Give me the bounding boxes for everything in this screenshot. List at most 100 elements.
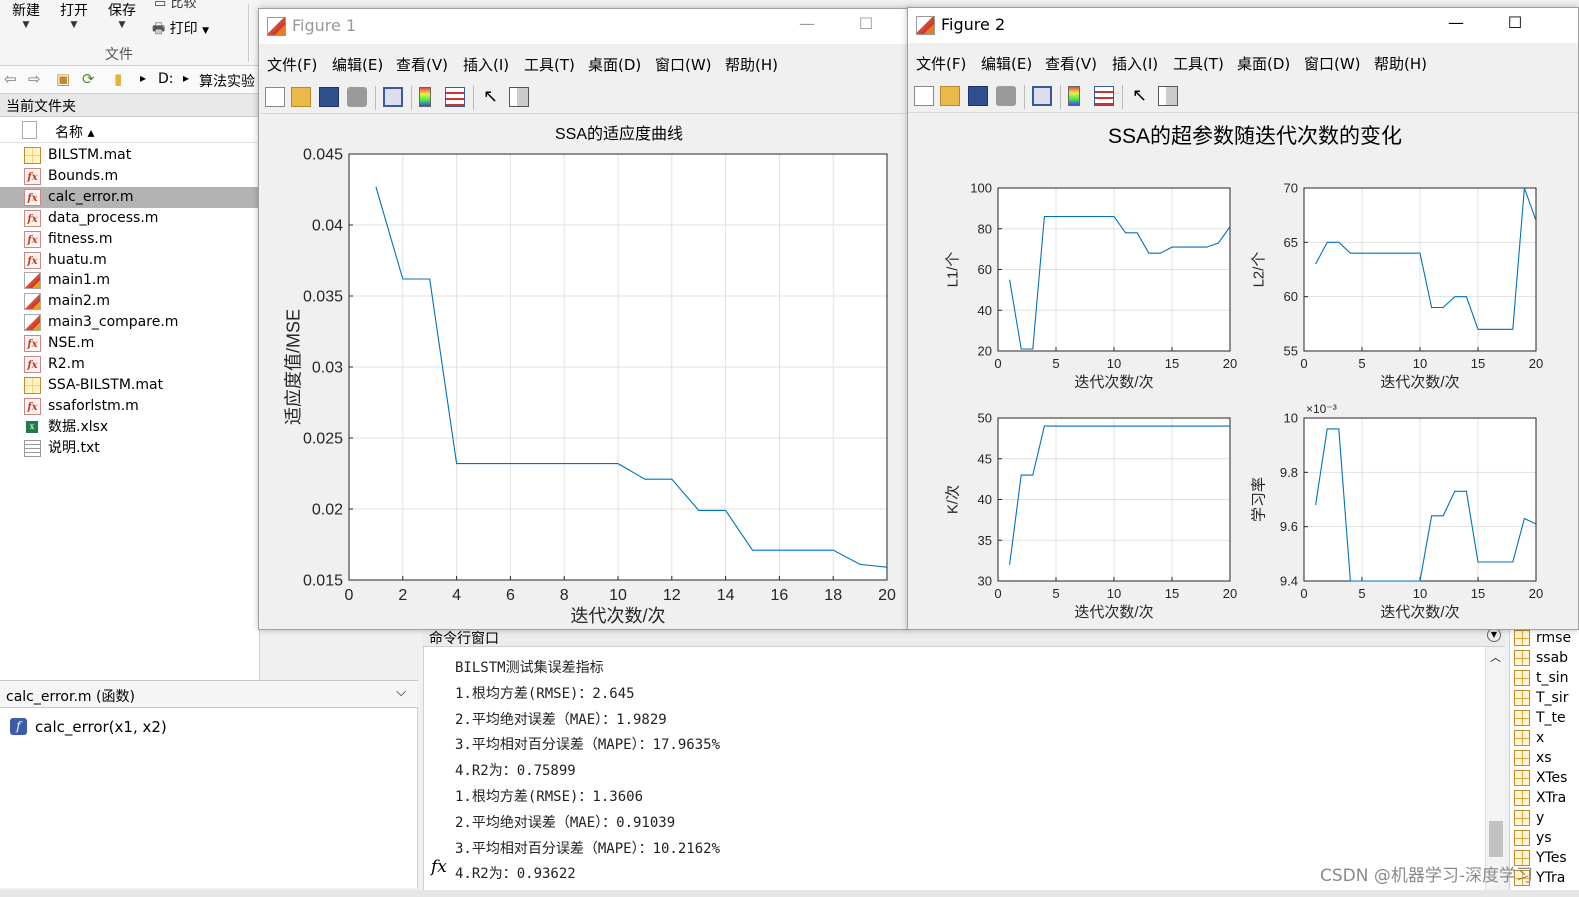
save-figure-icon[interactable] <box>968 86 988 106</box>
save-figure-icon[interactable] <box>319 87 339 107</box>
options-menu-icon[interactable]: ▼ <box>1487 628 1501 642</box>
command-window-header: 命令行窗口 ▼ <box>423 627 1505 647</box>
legend-icon[interactable] <box>445 87 465 107</box>
workspace-variable[interactable]: x <box>1510 728 1579 748</box>
y-tick-label: 80 <box>978 221 992 236</box>
command-output-line: 3.平均相对百分误差（MAPE）：17.9635% <box>455 737 721 754</box>
fx-prompt-icon[interactable]: fx <box>431 857 447 877</box>
variable-name: x <box>1536 730 1545 746</box>
figure1-titlebar[interactable]: Figure 1 — ☐ <box>259 9 908 44</box>
new-figure-icon[interactable] <box>914 86 934 106</box>
colorbar-icon[interactable] <box>419 87 431 107</box>
back-arrow-icon[interactable]: ⇦ <box>4 70 17 88</box>
file-list-item[interactable]: BILSTM.mat <box>0 145 260 166</box>
name-column-header[interactable]: 名称 ▴ <box>55 122 94 142</box>
minimize-icon[interactable]: — <box>784 14 830 33</box>
file-list-item[interactable]: 说明.txt <box>0 438 260 459</box>
workspace-variable[interactable]: rmse <box>1510 628 1579 648</box>
menu-item[interactable]: 工具(T) <box>524 54 575 75</box>
colorbar-icon[interactable] <box>1068 86 1080 106</box>
menu-item[interactable]: 编辑(E) <box>981 53 1032 74</box>
cursor-icon[interactable]: ↖ <box>483 87 503 107</box>
figure1-menubar: 文件(F) 编辑(E) 查看(V) 插入(I) 工具(T) 桌面(D) 窗口(W) 帮助(H) <box>259 44 908 80</box>
new-figure-icon[interactable] <box>265 87 285 107</box>
print-figure-icon[interactable] <box>996 86 1016 106</box>
x-tick-label: 5 <box>1358 356 1365 371</box>
maximize-icon[interactable]: ☐ <box>1492 13 1538 32</box>
menu-item[interactable]: 查看(V) <box>1045 53 1097 74</box>
maximize-icon[interactable]: ☐ <box>843 14 889 33</box>
property-editor-icon[interactable] <box>1158 86 1178 106</box>
menu-item[interactable]: 插入(I) <box>463 54 509 75</box>
menu-item[interactable]: 查看(V) <box>396 54 448 75</box>
open-button[interactable]: 打开 ▼ <box>56 0 92 30</box>
file-list-item[interactable]: fx calc_error.m <box>0 186 260 208</box>
x-tick-label: 20 <box>1223 586 1237 601</box>
compare-button[interactable]: ▭ 比较 <box>154 0 196 11</box>
path-folder[interactable]: 算法实验 <box>199 71 255 91</box>
forward-arrow-icon[interactable]: ⇨ <box>28 70 41 88</box>
menu-item[interactable]: 文件(F) <box>916 53 966 74</box>
minimize-icon[interactable]: — <box>1433 13 1479 32</box>
menu-item[interactable]: 桌面(D) <box>1237 53 1290 74</box>
menu-item[interactable]: 帮助(H) <box>1374 53 1427 74</box>
y-tick-label: 0.045 <box>303 147 343 164</box>
print-button[interactable]: 🖶 打印 ▼ <box>152 18 209 42</box>
file-list-item[interactable]: main3_compare.m <box>0 312 260 333</box>
file-list-item[interactable]: x 数据.xlsx <box>0 417 260 438</box>
workspace-variable[interactable]: y <box>1510 808 1579 828</box>
legend-icon[interactable] <box>1094 86 1114 106</box>
command-output-line: 2.平均绝对误差（MAE）：1.9829 <box>455 711 667 728</box>
figure2-titlebar[interactable]: Figure 2 — ☐ <box>908 8 1578 43</box>
up-folder-icon[interactable]: ▣ <box>56 70 70 88</box>
workspace-variable[interactable]: XTes <box>1510 768 1579 788</box>
file-list: 名称 ▴ BILSTM.mat fx Bounds.m fx calc_error.m f… <box>0 117 260 680</box>
workspace-variable[interactable]: XTra <box>1510 788 1579 808</box>
save-button[interactable]: 保存 ▼ <box>104 0 140 30</box>
file-list-item[interactable]: main1.m <box>0 270 260 291</box>
open-file-icon[interactable] <box>940 86 960 106</box>
menu-item[interactable]: 桌面(D) <box>588 54 641 75</box>
file-type-column-icon[interactable] <box>22 121 37 139</box>
menu-item[interactable]: 帮助(H) <box>725 54 778 75</box>
matrix-variable-icon <box>1514 730 1530 746</box>
browse-folder-icon[interactable]: ⟳ <box>82 70 95 88</box>
workspace-variable[interactable]: ys <box>1510 828 1579 848</box>
open-file-icon[interactable] <box>291 87 311 107</box>
workspace-variable[interactable]: t_sin <box>1510 668 1579 688</box>
file-list-item[interactable]: fx ssaforlstm.m <box>0 396 260 417</box>
property-editor-icon[interactable] <box>509 87 529 107</box>
file-list-item[interactable]: fx data_process.m <box>0 208 260 229</box>
file-list-item[interactable]: fx R2.m <box>0 354 260 375</box>
menu-item[interactable]: 文件(F) <box>267 54 317 75</box>
link-plot-icon[interactable] <box>383 87 403 107</box>
menu-item[interactable]: 窗口(W) <box>655 54 712 75</box>
link-plot-icon[interactable] <box>1032 86 1052 106</box>
menu-item[interactable]: 插入(I) <box>1112 53 1158 74</box>
x-tick-label: 0 <box>345 587 354 604</box>
function-signature[interactable]: calc_error(x1, x2) <box>35 718 167 736</box>
file-list-item[interactable]: fx fitness.m <box>0 229 260 250</box>
file-list-item[interactable]: SSA-BILSTM.mat <box>0 375 260 396</box>
new-button[interactable]: 新建 ▼ <box>8 0 44 30</box>
scroll-up-icon[interactable]: ︿ <box>1490 649 1501 665</box>
workspace-variable[interactable]: T_te <box>1510 708 1579 728</box>
workspace-variable[interactable]: xs <box>1510 748 1579 768</box>
print-figure-icon[interactable] <box>347 87 367 107</box>
file-name: 说明.txt <box>48 439 100 456</box>
file-list-item[interactable]: fx huatu.m <box>0 250 260 271</box>
file-list-item[interactable]: fx NSE.m <box>0 333 260 354</box>
menu-item[interactable]: 编辑(E) <box>332 54 383 75</box>
cursor-icon[interactable]: ↖ <box>1132 86 1152 106</box>
scrollbar-thumb[interactable] <box>1489 821 1503 857</box>
file-list-item[interactable]: fx Bounds.m <box>0 166 260 187</box>
chevron-down-icon[interactable]: ⌵ <box>396 685 406 700</box>
workspace-variable[interactable]: T_sir <box>1510 688 1579 708</box>
menu-item[interactable]: 窗口(W) <box>1304 53 1361 74</box>
menu-item[interactable]: 工具(T) <box>1173 53 1224 74</box>
command-window[interactable]: BILSTM测试集误差指标 1.根均方差(RMSE)：2.645 2.平均绝对误差（… <box>423 647 1505 890</box>
command-window-scrollbar[interactable]: ︿ <box>1485 647 1505 890</box>
path-drive[interactable]: D: <box>158 71 174 87</box>
file-list-item[interactable]: main2.m <box>0 291 260 312</box>
workspace-variable[interactable]: ssab <box>1510 648 1579 668</box>
